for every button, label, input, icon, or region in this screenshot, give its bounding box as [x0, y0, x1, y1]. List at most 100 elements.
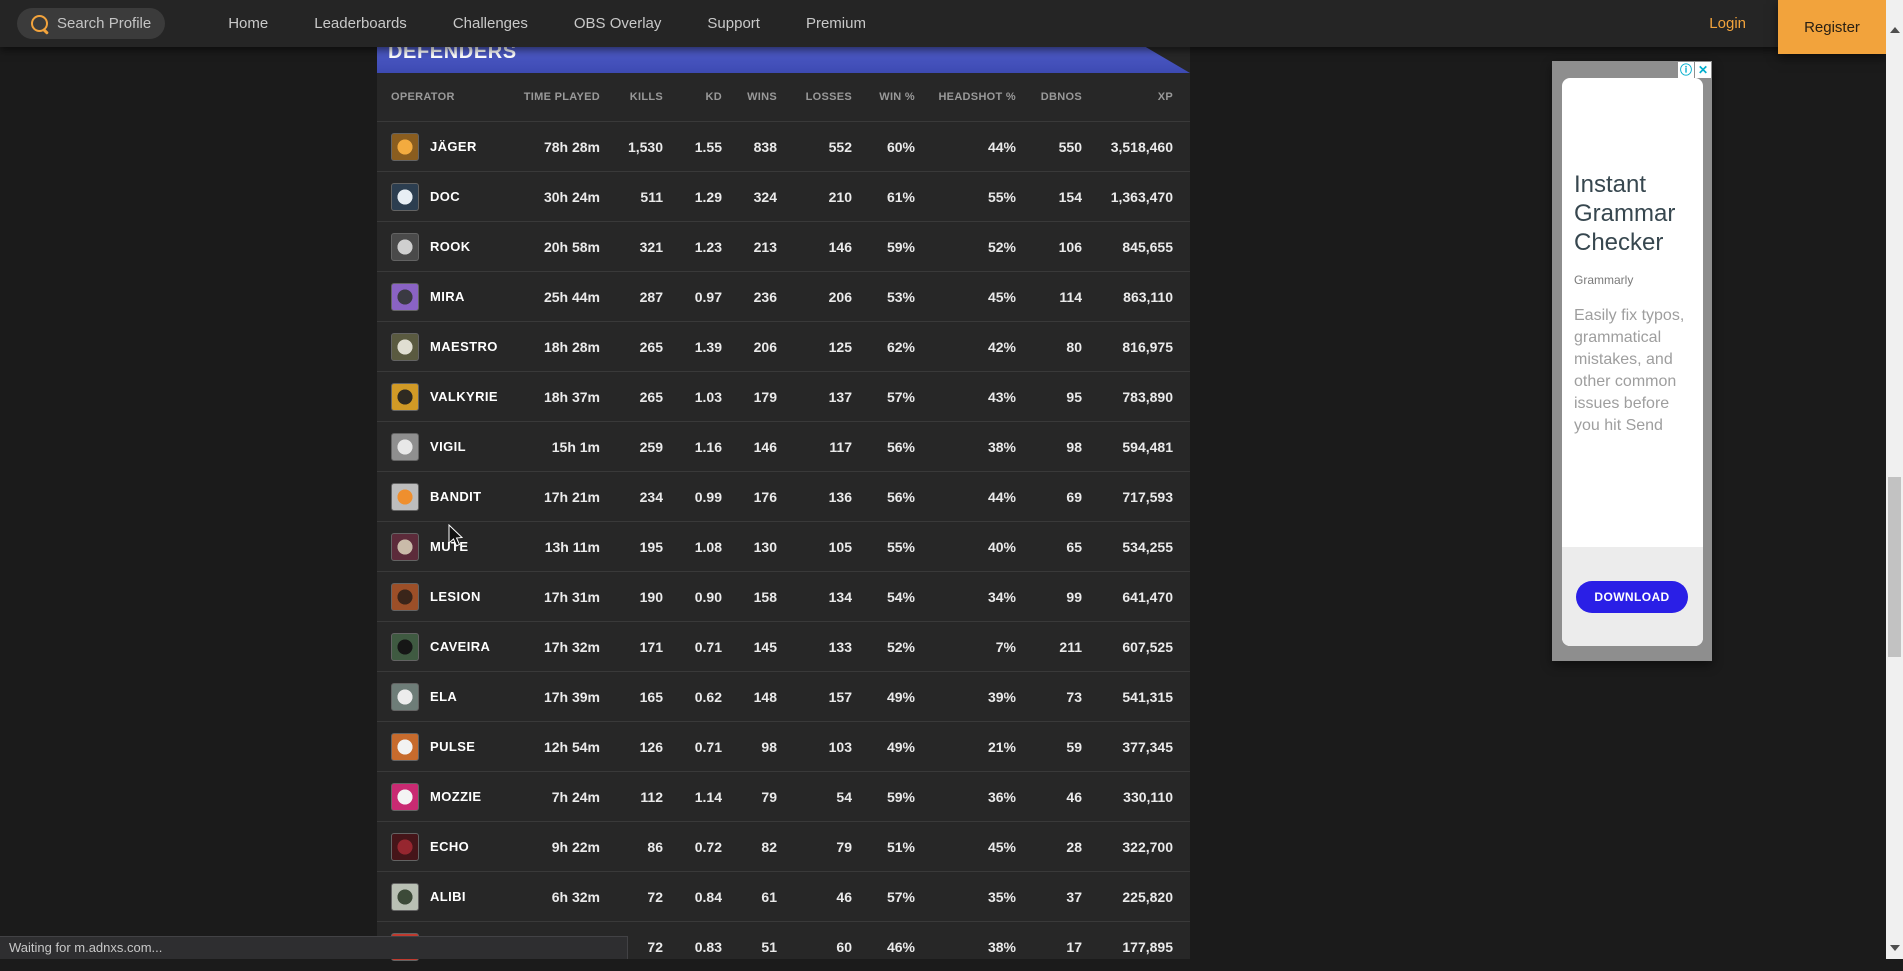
- time-played-cell: 13h 11m: [511, 539, 600, 555]
- operator-name: MAESTRO: [430, 339, 498, 354]
- wins-cell: 179: [722, 389, 777, 405]
- scroll-down-icon[interactable]: [1890, 945, 1900, 951]
- kills-cell: 321: [600, 239, 663, 255]
- operator-row[interactable]: JÄGER78h 28m1,5301.5583855260%44%5503,51…: [377, 121, 1190, 171]
- headshot-pct-cell: 39%: [915, 689, 1016, 705]
- column-header-losses: LOSSES: [777, 91, 852, 103]
- kd-cell: 0.62: [663, 689, 722, 705]
- operator-row[interactable]: MUTE13h 11m1951.0813010555%40%65534,255: [377, 521, 1190, 571]
- dbnos-cell: 65: [1016, 539, 1082, 555]
- dbnos-cell: 154: [1016, 189, 1082, 205]
- operator-row[interactable]: MIRA25h 44m2870.9723620653%45%114863,110: [377, 271, 1190, 321]
- dbnos-cell: 98: [1016, 439, 1082, 455]
- operator-row[interactable]: VALKYRIE18h 37m2651.0317913757%43%95783,…: [377, 371, 1190, 421]
- operator-row[interactable]: ROOK20h 58m3211.2321314659%52%106845,655: [377, 221, 1190, 271]
- ad-card[interactable]: Instant Grammar Checker Grammarly Easily…: [1562, 78, 1703, 646]
- xp-cell: 863,110: [1082, 289, 1173, 305]
- operator-icon: [391, 133, 419, 161]
- scrollbar-thumb[interactable]: [1888, 477, 1901, 657]
- losses-cell: 60: [777, 939, 852, 955]
- operator-row[interactable]: ECHO9h 22m860.72827951%45%28322,700: [377, 821, 1190, 871]
- kills-cell: 165: [600, 689, 663, 705]
- operator-name: ELA: [430, 689, 457, 704]
- win-pct-cell: 59%: [852, 239, 915, 255]
- column-header-kills: KILLS: [600, 91, 663, 103]
- ad-controls: ⓘ ✕: [1678, 62, 1711, 78]
- kd-cell: 0.84: [663, 889, 722, 905]
- ad-headline: Instant Grammar Checker: [1574, 170, 1691, 257]
- kd-cell: 0.71: [663, 739, 722, 755]
- kd-cell: 0.72: [663, 839, 722, 855]
- kills-cell: 265: [600, 339, 663, 355]
- kd-cell: 1.16: [663, 439, 722, 455]
- operator-icon: [391, 183, 419, 211]
- operator-cell: MOZZIE: [391, 783, 511, 811]
- adchoices-icon[interactable]: ⓘ: [1678, 62, 1694, 78]
- kd-cell: 0.97: [663, 289, 722, 305]
- scroll-up-icon[interactable]: [1890, 27, 1900, 33]
- wins-cell: 176: [722, 489, 777, 505]
- nav-item-support[interactable]: Support: [684, 15, 783, 32]
- nav-item-challenges[interactable]: Challenges: [430, 15, 551, 32]
- dbnos-cell: 17: [1016, 939, 1082, 955]
- headshot-pct-cell: 38%: [915, 439, 1016, 455]
- operator-icon: [391, 583, 419, 611]
- login-link[interactable]: Login: [1709, 0, 1746, 47]
- ad-container: ⓘ ✕ Instant Grammar Checker Grammarly Ea…: [1552, 61, 1712, 661]
- time-played-cell: 30h 24m: [511, 189, 600, 205]
- nav-item-home[interactable]: Home: [205, 15, 291, 32]
- kills-cell: 190: [600, 589, 663, 605]
- operator-icon: [391, 433, 419, 461]
- win-pct-cell: 52%: [852, 639, 915, 655]
- losses-cell: 103: [777, 739, 852, 755]
- operator-name: MIRA: [430, 289, 465, 304]
- wins-cell: 324: [722, 189, 777, 205]
- nav-item-obs-overlay[interactable]: OBS Overlay: [551, 15, 685, 32]
- xp-cell: 330,110: [1082, 789, 1173, 805]
- operator-name: ALIBI: [430, 889, 466, 904]
- dbnos-cell: 114: [1016, 289, 1082, 305]
- defenders-stats-panel: DEFENDERS OPERATORTIME PLAYEDKILLSKDWINS…: [377, 46, 1190, 959]
- operator-row[interactable]: LESION17h 31m1900.9015813454%34%99641,47…: [377, 571, 1190, 621]
- kills-cell: 126: [600, 739, 663, 755]
- vertical-scrollbar[interactable]: [1886, 0, 1903, 959]
- dbnos-cell: 99: [1016, 589, 1082, 605]
- losses-cell: 79: [777, 839, 852, 855]
- nav-links: HomeLeaderboardsChallengesOBS OverlaySup…: [205, 15, 889, 32]
- losses-cell: 146: [777, 239, 852, 255]
- losses-cell: 125: [777, 339, 852, 355]
- win-pct-cell: 56%: [852, 489, 915, 505]
- operator-cell: VIGIL: [391, 433, 511, 461]
- search-input[interactable]: Search Profile: [17, 8, 165, 39]
- time-played-cell: 25h 44m: [511, 289, 600, 305]
- wins-cell: 146: [722, 439, 777, 455]
- operator-name: VALKYRIE: [430, 389, 498, 404]
- column-header-operator: OPERATOR: [391, 91, 511, 103]
- operator-row[interactable]: MOZZIE7h 24m1121.14795459%36%46330,110: [377, 771, 1190, 821]
- headshot-pct-cell: 40%: [915, 539, 1016, 555]
- ad-download-button[interactable]: DOWNLOAD: [1576, 581, 1688, 613]
- wins-cell: 148: [722, 689, 777, 705]
- kills-cell: 195: [600, 539, 663, 555]
- operator-row[interactable]: PULSE12h 54m1260.719810349%21%59377,345: [377, 721, 1190, 771]
- nav-item-premium[interactable]: Premium: [783, 15, 889, 32]
- operator-cell: LESION: [391, 583, 511, 611]
- losses-cell: 157: [777, 689, 852, 705]
- operator-row[interactable]: DOC30h 24m5111.2932421061%55%1541,363,47…: [377, 171, 1190, 221]
- operator-row[interactable]: ELA17h 39m1650.6214815749%39%73541,315: [377, 671, 1190, 721]
- ad-close-icon[interactable]: ✕: [1695, 62, 1711, 78]
- win-pct-cell: 57%: [852, 389, 915, 405]
- operator-row[interactable]: VIGIL15h 1m2591.1614611756%38%98594,481: [377, 421, 1190, 471]
- operator-row[interactable]: MAESTRO18h 28m2651.3920612562%42%80816,9…: [377, 321, 1190, 371]
- operator-row[interactable]: BANDIT17h 21m2340.9917613656%44%69717,59…: [377, 471, 1190, 521]
- operator-row[interactable]: CAVEIRA17h 32m1710.7114513352%7%211607,5…: [377, 621, 1190, 671]
- xp-cell: 177,895: [1082, 939, 1173, 955]
- headshot-pct-cell: 45%: [915, 839, 1016, 855]
- operator-icon: [391, 683, 419, 711]
- kills-cell: 511: [600, 189, 663, 205]
- operator-cell: PULSE: [391, 733, 511, 761]
- operator-row[interactable]: ALIBI6h 32m720.84614657%35%37225,820: [377, 871, 1190, 921]
- time-played-cell: 18h 28m: [511, 339, 600, 355]
- register-button[interactable]: Register: [1778, 0, 1886, 54]
- nav-item-leaderboards[interactable]: Leaderboards: [291, 15, 430, 32]
